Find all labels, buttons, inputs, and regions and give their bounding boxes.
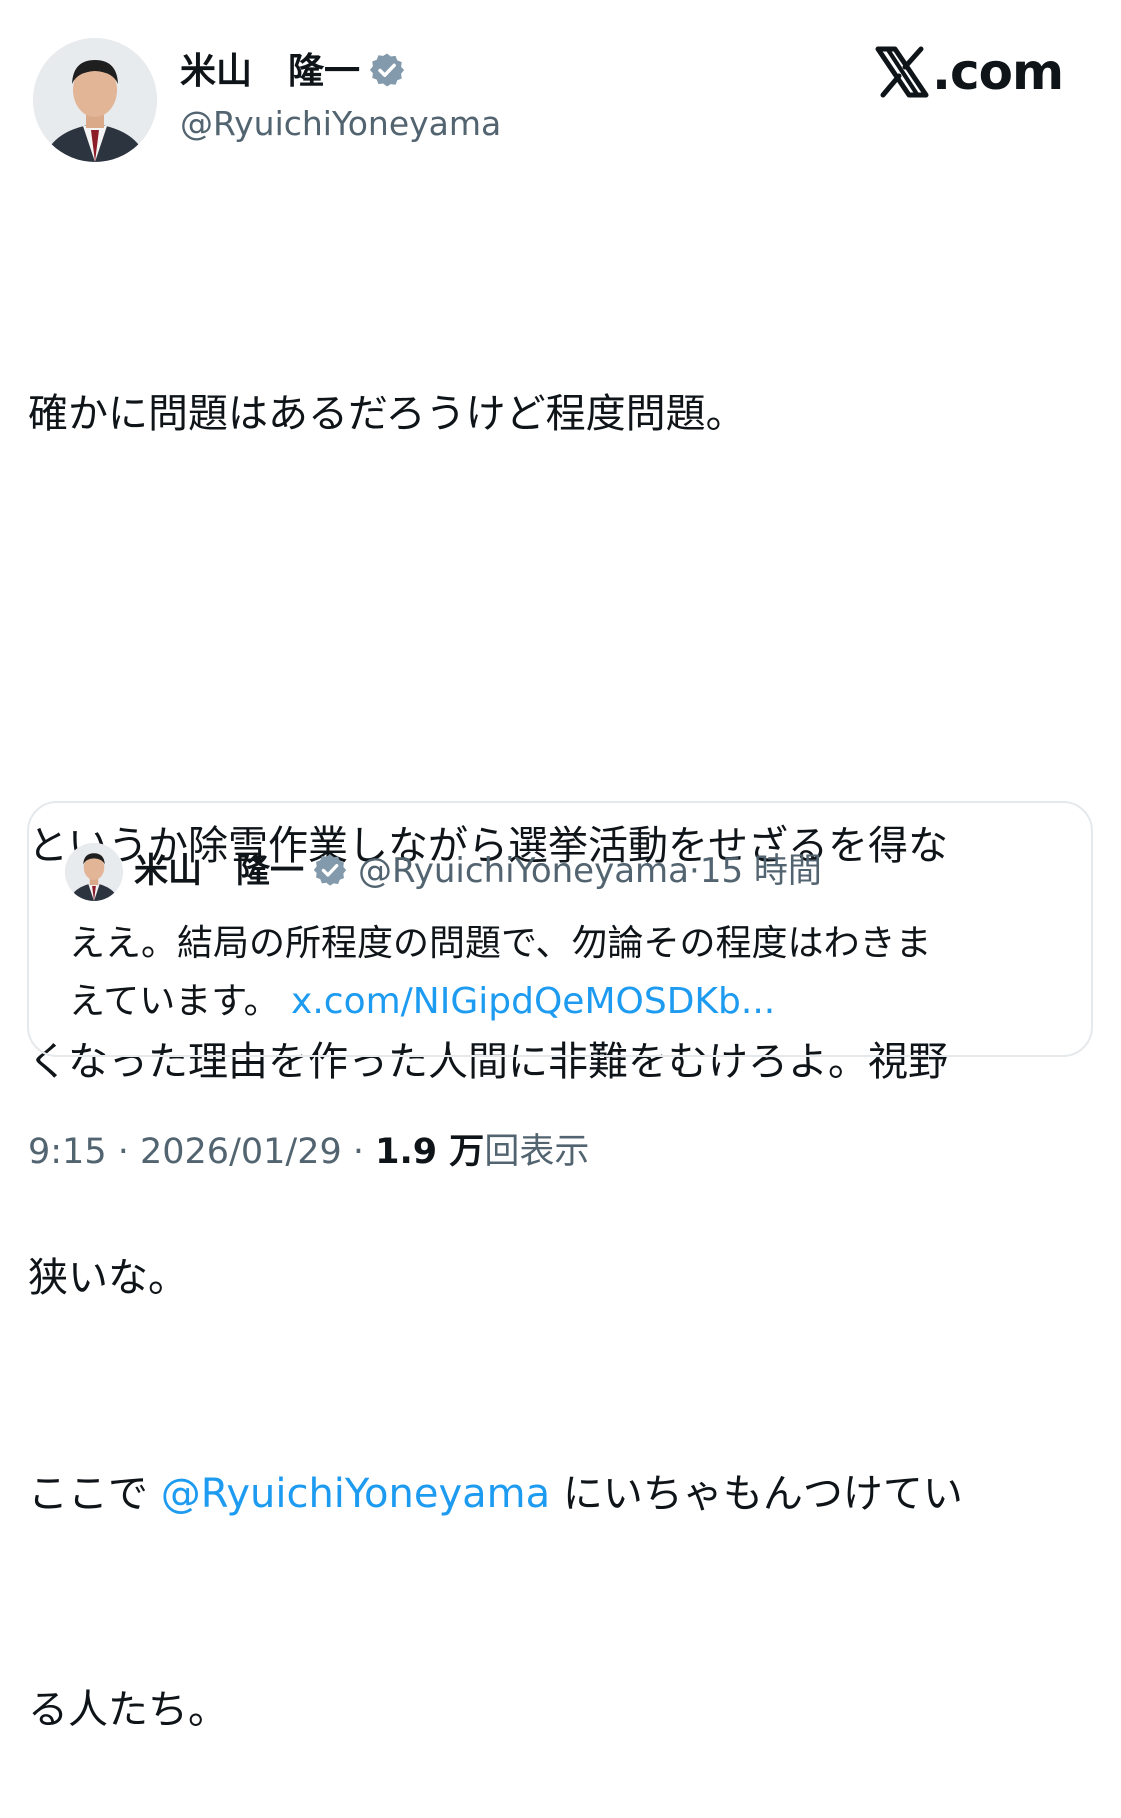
mention-prefix-text: ここで: [28, 1471, 161, 1517]
quote-line-text: えています。: [69, 981, 292, 1022]
view-count-label: 回表示: [484, 1132, 590, 1172]
x-logo-icon: [875, 46, 929, 98]
tweet-line: る人たち。: [28, 1687, 228, 1733]
quote-tweet-card[interactable]: 米山 隆一 @RyuichiYoneyama·15 時間 ええ。結局の所程度の問題…: [27, 801, 1093, 1057]
tweet-meta: 9:15 · 2026/01/29 · 1.9 万回表示: [28, 1128, 589, 1176]
quote-author-handle[interactable]: @RyuichiYoneyama: [358, 851, 689, 891]
tweet-date[interactable]: 2026/01/29: [140, 1132, 342, 1172]
verified-badge-icon: [313, 854, 347, 886]
tweet-line: 狭いな。: [28, 1255, 188, 1301]
author-name[interactable]: 米山 隆一: [180, 48, 406, 96]
brand-domain-text: .com: [932, 43, 1064, 101]
quote-header: 米山 隆一 @RyuichiYoneyama·15 時間: [134, 847, 822, 895]
quote-timestamp[interactable]: 15 時間: [700, 851, 822, 891]
author-handle[interactable]: @RyuichiYoneyama: [180, 102, 501, 146]
mention-link[interactable]: @RyuichiYoneyama: [161, 1471, 550, 1517]
verified-badge-icon: [369, 53, 405, 87]
author-name-text[interactable]: 米山 隆一: [180, 51, 360, 92]
view-count[interactable]: 1.9 万: [375, 1132, 484, 1172]
tweet-line-with-mention: ここで @RyuichiYoneyama にいちゃもんつけてい: [28, 1458, 1103, 1530]
tweet-time[interactable]: 9:15: [28, 1132, 107, 1172]
quote-text: ええ。結局の所程度の問題で、勿論その程度はわきま えています。 x.com/NI…: [69, 915, 1079, 1031]
quote-author-avatar[interactable]: [65, 843, 123, 901]
quote-line-with-link: えています。 x.com/NIGipdQeMOSDKb...: [69, 973, 1079, 1031]
quote-author-name[interactable]: 米山 隆一: [134, 851, 304, 891]
meta-separator: ·: [106, 1132, 140, 1172]
author-avatar[interactable]: [33, 38, 157, 162]
mention-suffix-text: にいちゃもんつけてい: [550, 1471, 963, 1517]
quote-line: ええ。結局の所程度の問題で、勿論その程度はわきま: [69, 923, 932, 964]
quote-url-link[interactable]: x.com/NIGipdQeMOSDKb...: [291, 981, 775, 1022]
quote-separator-dot: ·: [689, 851, 700, 891]
tweet-line: 確かに問題はあるだろうけど程度問題。: [28, 391, 746, 437]
meta-separator: ·: [341, 1132, 376, 1172]
